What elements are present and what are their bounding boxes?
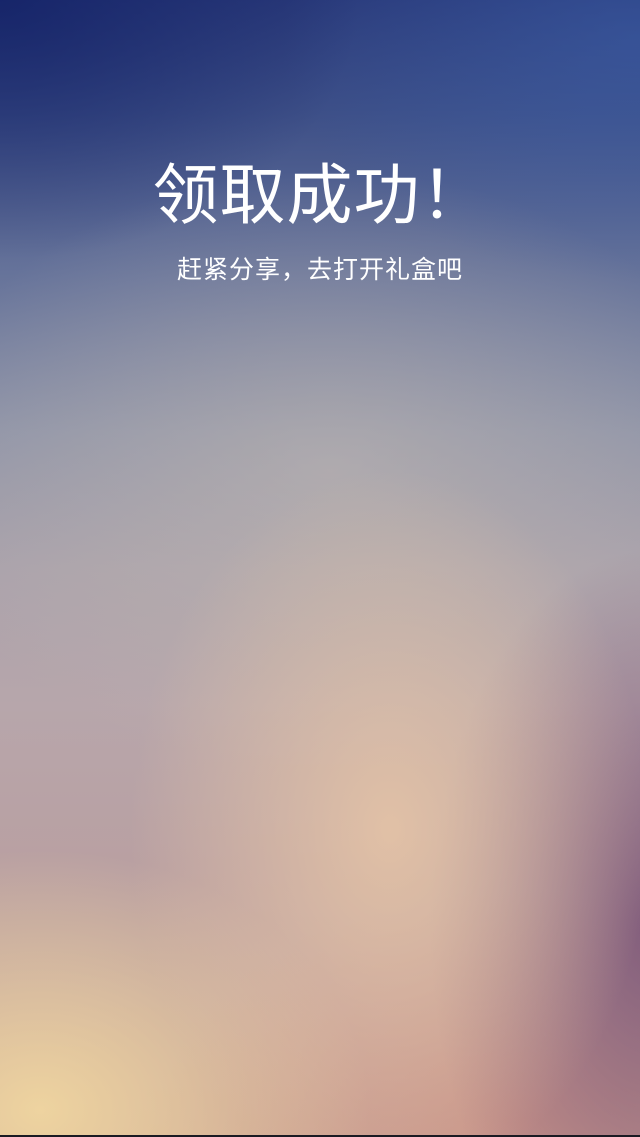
success-title: 领取成功！ xyxy=(152,157,488,234)
success-screen-background: 领取成功！ 赶紧分享，去打开礼盒吧 xyxy=(0,0,640,1137)
share-hint-text: 赶紧分享，去打开礼盒吧 xyxy=(176,255,463,284)
